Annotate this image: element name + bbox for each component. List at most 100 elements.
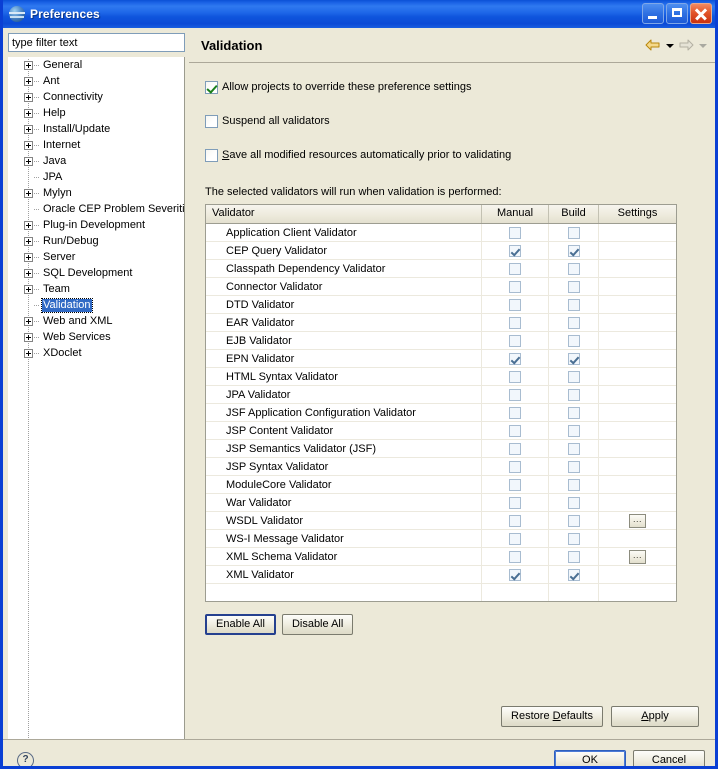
cell-build-checkbox[interactable]: [549, 224, 599, 241]
close-button[interactable]: [690, 3, 712, 24]
cell-manual-checkbox[interactable]: [482, 404, 549, 421]
build-checkbox[interactable]: [567, 514, 580, 527]
cell-manual-checkbox[interactable]: [482, 368, 549, 385]
sidebar-item-web-and-xml[interactable]: Web and XML: [8, 313, 184, 329]
sidebar-item-connectivity[interactable]: Connectivity: [8, 89, 184, 105]
manual-checkbox[interactable]: [509, 388, 521, 401]
table-row[interactable]: EJB Validator: [206, 332, 676, 350]
cell-manual-checkbox[interactable]: [482, 278, 549, 295]
option-row-3[interactable]: Save all modified resources automaticall…: [205, 149, 699, 162]
manual-checkbox[interactable]: [509, 568, 521, 581]
manual-checkbox[interactable]: [509, 244, 521, 257]
column-header-validator[interactable]: Validator: [206, 205, 482, 223]
expand-plus-icon[interactable]: [24, 348, 33, 358]
cell-manual-checkbox[interactable]: [482, 260, 549, 277]
cell-build-checkbox[interactable]: [549, 260, 599, 277]
sidebar-item-xdoclet[interactable]: XDoclet: [8, 345, 184, 361]
table-row[interactable]: JSF Application Configuration Validator: [206, 404, 676, 422]
build-checkbox[interactable]: [567, 280, 580, 293]
build-checkbox[interactable]: [567, 460, 580, 473]
cell-manual-checkbox[interactable]: [482, 566, 549, 583]
table-row[interactable]: CEP Query Validator: [206, 242, 676, 260]
table-row[interactable]: EPN Validator: [206, 350, 676, 368]
sidebar-item-ant[interactable]: Ant: [8, 73, 184, 89]
manual-checkbox[interactable]: [509, 550, 521, 563]
cell-manual-checkbox[interactable]: [482, 548, 549, 565]
restore-defaults-button[interactable]: Restore Defaults: [501, 706, 603, 727]
preference-tree[interactable]: General Ant Connectivity Help Install/Update…: [8, 57, 185, 739]
build-checkbox[interactable]: [567, 442, 580, 455]
build-checkbox[interactable]: [567, 316, 580, 329]
cell-build-checkbox[interactable]: [549, 494, 599, 511]
manual-checkbox[interactable]: [509, 406, 521, 419]
cell-build-checkbox[interactable]: [549, 548, 599, 565]
manual-checkbox[interactable]: [509, 352, 521, 365]
sidebar-item-general[interactable]: General: [8, 57, 184, 73]
cell-build-checkbox[interactable]: [549, 422, 599, 439]
manual-checkbox[interactable]: [509, 478, 521, 491]
build-checkbox[interactable]: [567, 388, 580, 401]
sidebar-item-mylyn[interactable]: Mylyn: [8, 185, 184, 201]
table-row[interactable]: JSP Content Validator: [206, 422, 676, 440]
cell-manual-checkbox[interactable]: [482, 242, 549, 259]
expand-plus-icon[interactable]: [24, 316, 33, 326]
table-row[interactable]: WSDL Validator...: [206, 512, 676, 530]
build-checkbox[interactable]: [567, 496, 580, 509]
cell-manual-checkbox[interactable]: [482, 440, 549, 457]
validators-table[interactable]: Validator Manual Build Settings Applicat…: [205, 204, 677, 602]
table-row[interactable]: ModuleCore Validator: [206, 476, 676, 494]
build-checkbox[interactable]: [567, 532, 580, 545]
expand-plus-icon[interactable]: [24, 332, 33, 342]
apply-button[interactable]: Apply: [611, 706, 699, 727]
expand-plus-icon[interactable]: [24, 236, 33, 246]
expand-plus-icon[interactable]: [24, 188, 33, 198]
sidebar-item-web-services[interactable]: Web Services: [8, 329, 184, 345]
table-row[interactable]: JSP Syntax Validator: [206, 458, 676, 476]
cell-build-checkbox[interactable]: [549, 332, 599, 349]
expand-plus-icon[interactable]: [24, 252, 33, 262]
build-checkbox[interactable]: [567, 370, 580, 383]
table-row[interactable]: [206, 584, 676, 601]
back-dropdown-caret-icon[interactable]: [665, 38, 674, 52]
manual-checkbox[interactable]: [509, 514, 521, 527]
expand-plus-icon[interactable]: [24, 92, 33, 102]
cell-build-checkbox[interactable]: [549, 278, 599, 295]
cell-build-checkbox[interactable]: [549, 458, 599, 475]
cell-manual-checkbox[interactable]: [482, 224, 549, 241]
filter-input[interactable]: [8, 33, 185, 52]
option-checkbox-2[interactable]: [205, 115, 218, 128]
sidebar-item-team[interactable]: Team: [8, 281, 184, 297]
cell-settings[interactable]: ...: [599, 548, 676, 565]
enable-all-button[interactable]: Enable All: [205, 614, 276, 635]
column-header-build[interactable]: Build: [549, 205, 599, 223]
sidebar-item-validation[interactable]: Validation: [8, 297, 184, 313]
cell-build-checkbox[interactable]: [549, 296, 599, 313]
cell-manual-checkbox[interactable]: [482, 458, 549, 475]
sidebar-item-plug-in-development[interactable]: Plug-in Development: [8, 217, 184, 233]
cell-build-checkbox[interactable]: [549, 314, 599, 331]
cell-manual-checkbox[interactable]: [482, 314, 549, 331]
build-checkbox[interactable]: [567, 262, 580, 275]
table-row[interactable]: JSP Semantics Validator (JSF): [206, 440, 676, 458]
sidebar-item-internet[interactable]: Internet: [8, 137, 184, 153]
cell-manual-checkbox[interactable]: [482, 512, 549, 529]
ok-button[interactable]: OK: [554, 749, 626, 766]
build-checkbox[interactable]: [567, 478, 580, 491]
manual-checkbox[interactable]: [509, 532, 521, 545]
disable-all-button[interactable]: Disable All: [281, 614, 354, 635]
table-row[interactable]: Classpath Dependency Validator: [206, 260, 676, 278]
maximize-button[interactable]: [666, 3, 688, 24]
cell-manual-checkbox[interactable]: [482, 386, 549, 403]
build-checkbox[interactable]: [567, 226, 580, 239]
column-header-manual[interactable]: Manual: [482, 205, 549, 223]
expand-plus-icon[interactable]: [24, 284, 33, 294]
cancel-button[interactable]: Cancel: [633, 749, 705, 766]
cell-build-checkbox[interactable]: [549, 512, 599, 529]
build-checkbox[interactable]: [567, 244, 580, 257]
table-row[interactable]: XML Validator: [206, 566, 676, 584]
cell-manual-checkbox[interactable]: [482, 476, 549, 493]
sidebar-item-sql-development[interactable]: SQL Development: [8, 265, 184, 281]
sidebar-item-jpa[interactable]: JPA: [8, 169, 184, 185]
cell-build-checkbox[interactable]: [549, 368, 599, 385]
sidebar-item-oracle-cep-problem-severities[interactable]: Oracle CEP Problem Severities: [8, 201, 184, 217]
